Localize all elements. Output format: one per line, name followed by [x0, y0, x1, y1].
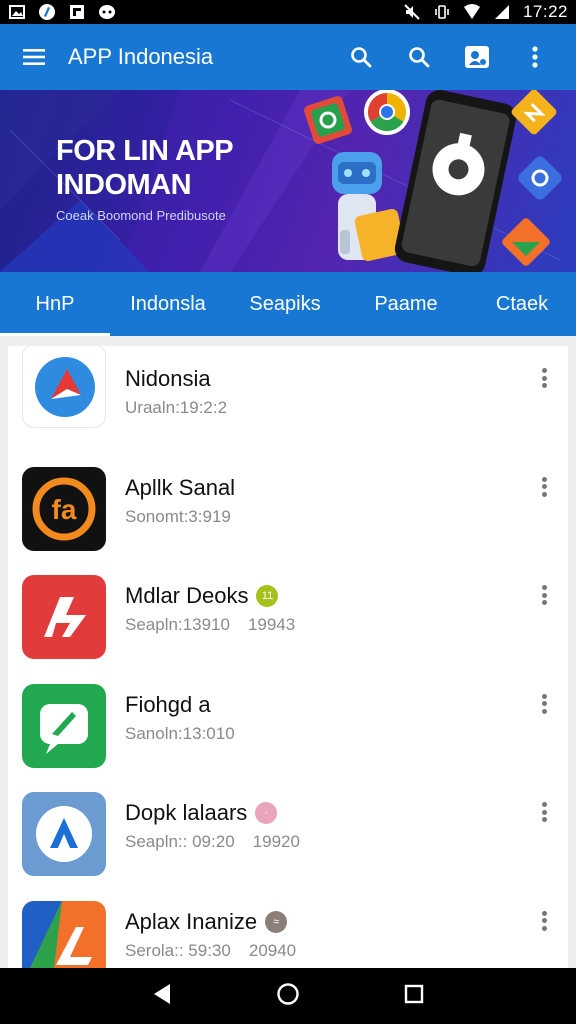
app-logo-icon	[22, 346, 106, 428]
app-logo-icon	[22, 792, 106, 876]
menu-icon[interactable]	[0, 24, 68, 90]
vibrate-icon	[433, 4, 451, 20]
tab-paame[interactable]: Paame	[344, 272, 468, 336]
floating-app-icon	[502, 218, 550, 266]
status-badge: 11	[256, 585, 279, 607]
floating-app-icon	[511, 90, 557, 135]
app-list: Nidonsia Uraaln:19:2:2 fa Apllk Sanal So…	[8, 346, 568, 968]
mute-icon	[403, 4, 421, 20]
tab-label: Ctaek	[495, 292, 549, 315]
robot-mascot	[332, 152, 406, 261]
wifi-icon	[463, 4, 481, 20]
app-name: Mdlar Deoks 11	[125, 583, 279, 609]
tab-indonsla[interactable]: Indonsla	[110, 272, 226, 336]
banner-illustration	[304, 90, 562, 272]
app-icon	[38, 4, 56, 20]
tab-label: Seapiks	[249, 292, 321, 315]
app-meta: Sonomt:3:919	[125, 506, 231, 526]
app-meta: Uraaln:19:2:2	[125, 398, 228, 417]
tab-hnp[interactable]: HnP	[0, 272, 110, 336]
more-vert-icon[interactable]	[538, 909, 550, 933]
list-item[interactable]: Dopk lalaars · Seapln:: 09:20 19920	[8, 780, 568, 889]
gallery-icon	[8, 4, 26, 20]
search-icon[interactable]	[332, 28, 390, 86]
app-meta: Sanoln:13:010	[125, 723, 235, 743]
app-bar: APP Indonesia	[0, 24, 576, 90]
more-vert-icon[interactable]	[538, 583, 550, 607]
floating-app-icon	[518, 156, 562, 200]
browser-icon	[364, 90, 410, 135]
status-time: 17:22	[522, 2, 568, 21]
flipboard-icon	[68, 4, 86, 20]
more-vert-icon[interactable]	[538, 800, 550, 824]
system-nav-bar	[0, 968, 576, 1024]
tab-label: HnP	[35, 292, 75, 315]
search-icon[interactable]	[390, 28, 448, 86]
app-name: Fiohgd a	[125, 691, 211, 717]
app-meta: Seapln:: 09:20 19920	[125, 832, 300, 851]
app-name: Aplax Inanize ≈	[125, 909, 288, 935]
more-vert-icon[interactable]	[506, 28, 564, 86]
more-vert-icon[interactable]	[538, 475, 550, 499]
app-logo-icon	[22, 575, 106, 659]
phone-illustration	[394, 90, 517, 272]
tab-label: Indonsla	[130, 292, 206, 315]
app-logo-icon: fa	[22, 466, 106, 551]
list-item[interactable]: Mdlar Deoks 11 Seapln:13910 19943	[8, 563, 568, 672]
tab-ctaek[interactable]: Ctaek	[468, 272, 576, 336]
list-item[interactable]: Nidonsia Uraaln:19:2:2	[8, 346, 568, 455]
status-badge: ≈	[265, 910, 288, 933]
home-icon[interactable]	[276, 982, 300, 1011]
tab-label: Paame	[374, 292, 438, 315]
account-icon[interactable]	[448, 28, 506, 86]
chat-icon	[98, 4, 116, 20]
app-logo-icon	[22, 683, 106, 768]
list-item[interactable]: Aplax Inanize ≈ Serola:: 59:30 20940	[8, 889, 568, 968]
floating-app-icon	[304, 96, 352, 144]
list-item[interactable]: fa Apllk Sanal Sonomt:3:919	[8, 455, 568, 564]
status-bar: 17:22	[0, 0, 576, 24]
tab-seapiks[interactable]: Seapiks	[226, 272, 344, 336]
app-name: Nidonsia	[125, 366, 211, 391]
more-vert-icon[interactable]	[538, 366, 550, 390]
signal-icon	[493, 4, 511, 20]
status-badge: ·	[255, 802, 278, 824]
list-item[interactable]: Fiohgd a Sanoln:13:010	[8, 672, 568, 781]
recents-icon[interactable]	[404, 984, 424, 1009]
back-icon[interactable]	[152, 983, 172, 1010]
app-logo-icon	[22, 900, 106, 968]
app-name: Dopk lalaars ·	[125, 800, 278, 826]
app-meta: Serola:: 59:30 20940	[125, 940, 297, 960]
more-vert-icon[interactable]	[538, 692, 550, 716]
category-tabs: HnP Indonsla Seapiks Paame Ctaek	[0, 272, 576, 336]
app-name: Apllk Sanal	[125, 474, 236, 500]
promo-banner[interactable]: FOR LIN APP INDOMAN Coeak Boomond Predib…	[0, 90, 576, 272]
svg-text:fa: fa	[52, 494, 77, 525]
app-meta: Seapln:13910 19943	[125, 615, 296, 634]
app-title: APP Indonesia	[68, 44, 214, 69]
